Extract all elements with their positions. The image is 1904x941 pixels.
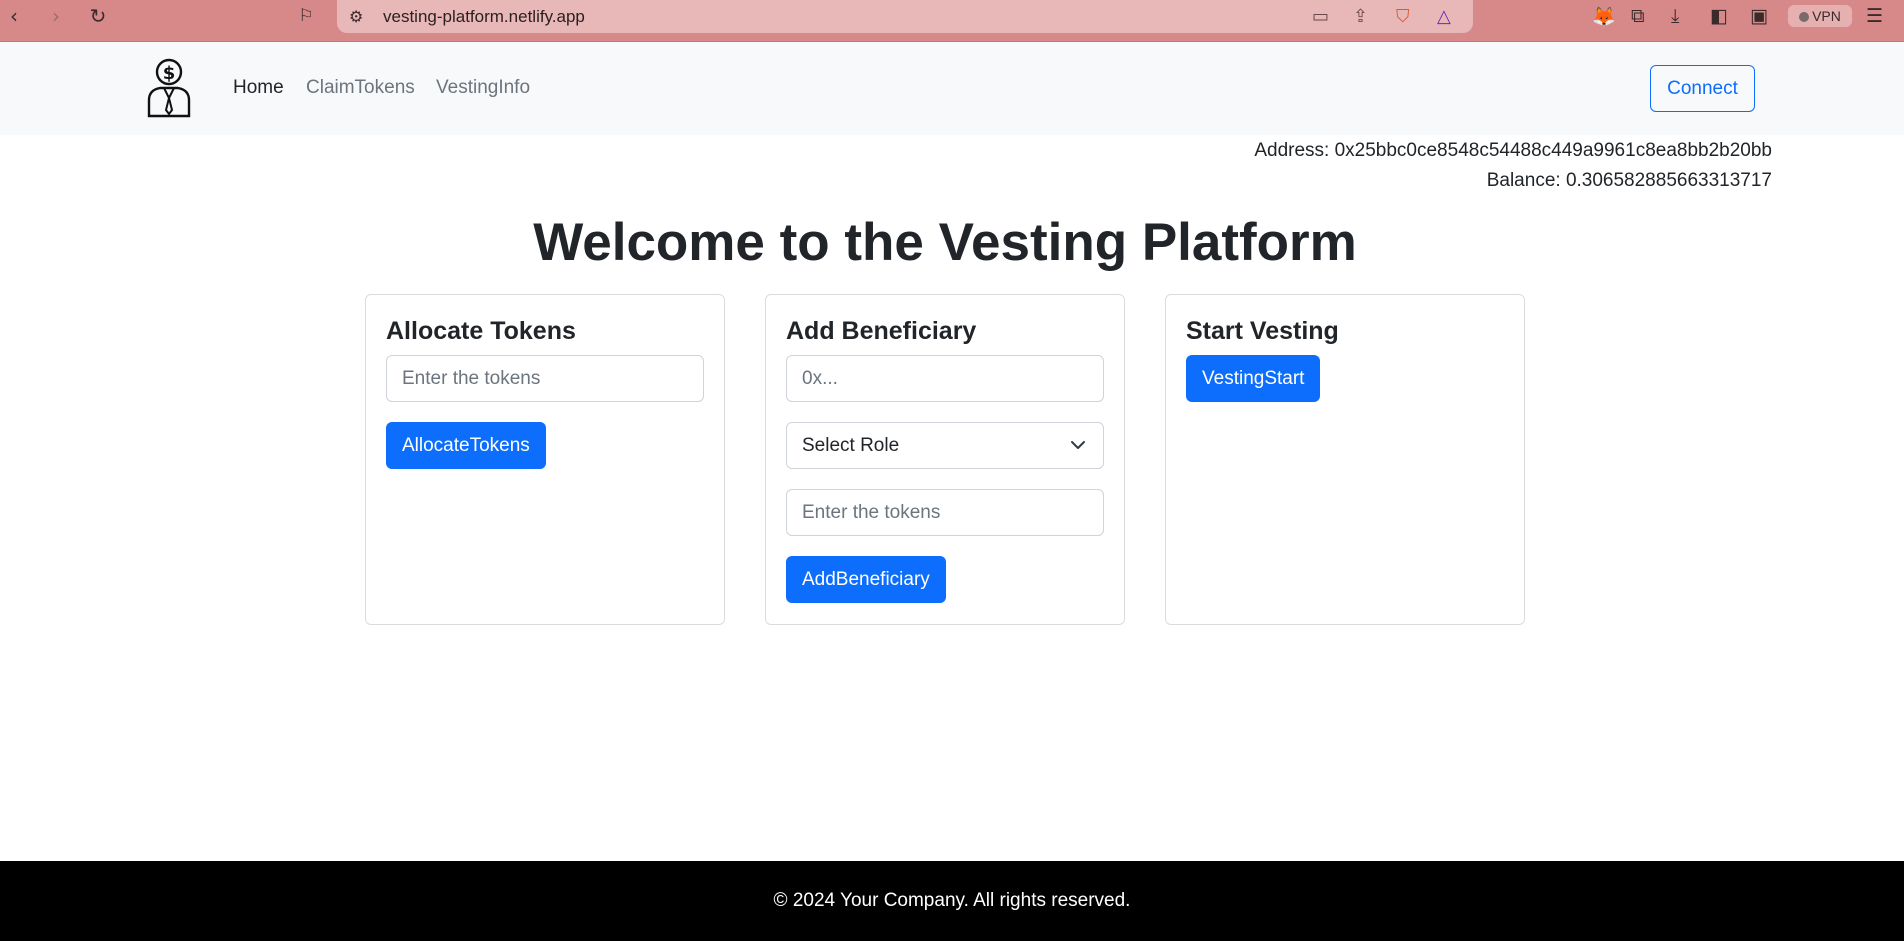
nav-home[interactable]: Home (233, 77, 284, 99)
role-select-value[interactable]: Select Role (786, 422, 1104, 469)
role-select[interactable]: Select Role (786, 422, 1104, 469)
account-balance: Balance: 0.306582885663313717 (1486, 170, 1772, 191)
page-title: Welcome to the Vesting Platform (533, 213, 1357, 272)
allocate-tokens-title: Allocate Tokens (386, 317, 576, 345)
nav-claim-tokens[interactable]: ClaimTokens (306, 77, 415, 99)
back-icon[interactable]: ‹ (2, 6, 26, 26)
add-beneficiary-card: Add Beneficiary Select Role AddBeneficia… (765, 294, 1125, 625)
footer: © 2024 Your Company. All rights reserved… (0, 861, 1904, 941)
logo-icon[interactable]: $ (146, 58, 192, 118)
connect-button[interactable]: Connect (1650, 65, 1755, 112)
bookmark-icon[interactable]: ⚐ (294, 6, 318, 26)
add-beneficiary-button[interactable]: AddBeneficiary (786, 556, 946, 603)
vesting-start-button[interactable]: VestingStart (1186, 355, 1321, 402)
beneficiary-tokens-input[interactable] (786, 489, 1104, 536)
metamask-icon[interactable]: 🦊 (1592, 5, 1616, 28)
vpn-button[interactable]: VPN (1788, 5, 1852, 27)
beneficiary-address-input[interactable] (786, 355, 1104, 402)
menu-icon[interactable]: ☰ (1866, 5, 1883, 27)
url-text[interactable]: vesting-platform.netlify.app (383, 7, 585, 27)
footer-text: © 2024 Your Company. All rights reserved… (773, 890, 1131, 911)
start-vesting-title: Start Vesting (1186, 317, 1339, 345)
brave-shield-icon[interactable]: ⛉ (1396, 6, 1410, 27)
allocate-tokens-input[interactable] (386, 355, 704, 402)
brave-rewards-icon[interactable]: △ (1437, 6, 1451, 27)
share-icon[interactable]: ⇪ (1353, 6, 1368, 27)
extensions-icon[interactable]: ⧉ (1631, 5, 1645, 27)
browser-toolbar: ‹ › ↻ ⚐ ⚙ vesting-platform.netlify.app ▭… (0, 0, 1904, 42)
app-navbar: $ Home ClaimTokens VestingInfo Connect (0, 42, 1904, 135)
vpn-status-icon (1799, 12, 1810, 22)
svg-text:$: $ (163, 63, 176, 84)
sidebar-icon[interactable]: ◧ (1710, 5, 1728, 27)
reload-icon[interactable]: ↻ (86, 6, 110, 26)
start-vesting-card: Start Vesting VestingStart (1165, 294, 1525, 625)
download-icon[interactable]: ⤓ (1671, 5, 1679, 27)
cast-icon[interactable]: ▭ (1312, 6, 1329, 27)
allocate-tokens-button[interactable]: AllocateTokens (386, 422, 546, 469)
chevron-down-icon (1071, 441, 1085, 449)
site-settings-icon[interactable]: ⚙ (349, 7, 363, 26)
add-beneficiary-title: Add Beneficiary (786, 317, 977, 345)
account-address: Address: 0x25bbc0ce8548c54488c449a9961c8… (1254, 140, 1772, 161)
address-bar[interactable]: ⚙ vesting-platform.netlify.app ▭ ⇪ ⛉ △ (337, 0, 1473, 33)
allocate-tokens-card: Allocate Tokens AllocateTokens (365, 294, 725, 625)
forward-icon[interactable]: › (44, 6, 68, 26)
wallet-icon[interactable]: ▣ (1750, 5, 1768, 27)
nav-vesting-info[interactable]: VestingInfo (436, 77, 530, 99)
